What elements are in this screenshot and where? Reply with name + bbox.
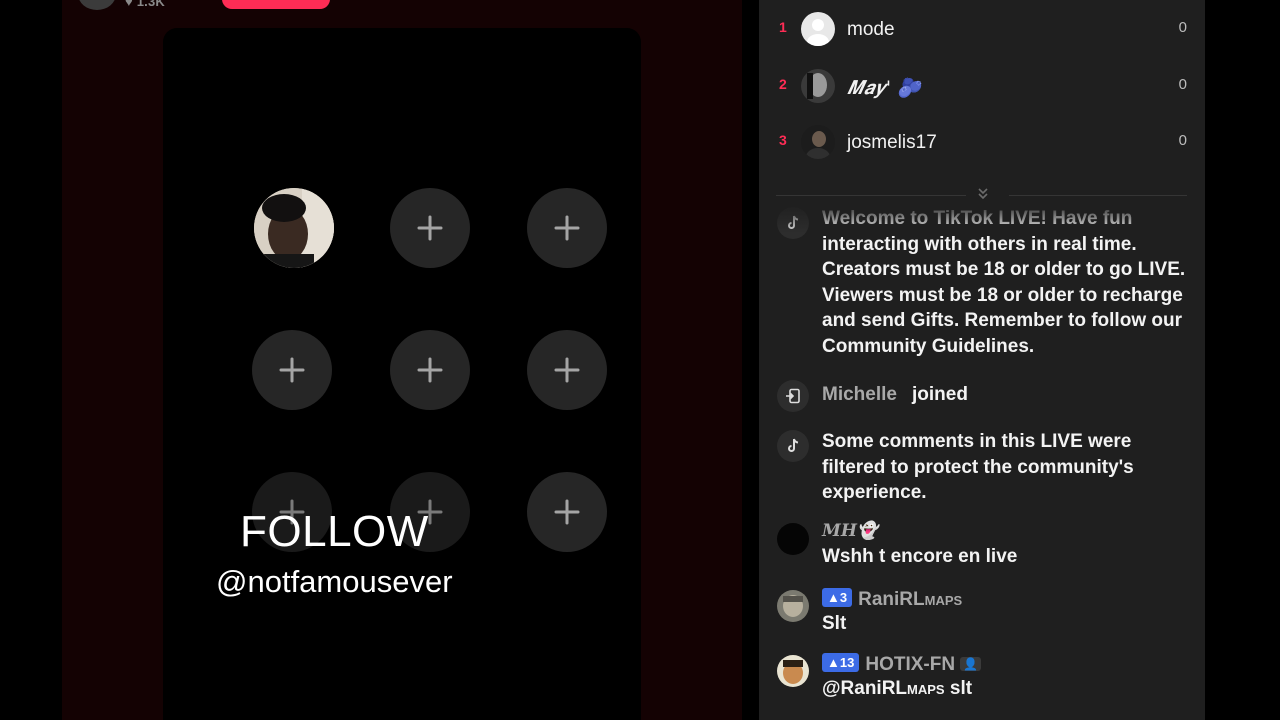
chat-fade (759, 203, 1205, 233)
rank-username: josmelis17 (847, 132, 937, 153)
moderator-icon: 👤 (960, 657, 982, 671)
add-guest-seat[interactable] (390, 330, 470, 410)
divider (776, 195, 966, 196)
chat-username-text: 𝑴𝑯 (822, 521, 857, 541)
join-action: joined (912, 384, 968, 405)
chat-username[interactable]: ▲3 RaniRLMAPS (822, 588, 962, 611)
chat-username[interactable]: 𝑴𝑯👻 (822, 521, 878, 541)
plus-icon (279, 357, 305, 383)
avatar (801, 69, 835, 103)
chat-message: Slt (822, 613, 847, 634)
add-guest-seat[interactable] (252, 330, 332, 410)
plus-icon (417, 357, 443, 383)
level-badge-value: 3 (839, 590, 848, 605)
likes-value: 1.3K (136, 0, 165, 9)
guest-avatar[interactable] (254, 188, 334, 268)
plus-icon (554, 499, 580, 525)
rank-score: 0 (1178, 76, 1187, 93)
plus-icon (554, 357, 580, 383)
mention-tag: MAPS (907, 682, 945, 697)
chat-username-tag: MAPS (924, 593, 963, 608)
divider (1009, 195, 1187, 196)
avatar[interactable] (777, 655, 809, 687)
leaderboard-row[interactable]: 1 mode 0 (759, 9, 1205, 49)
add-guest-seat[interactable] (527, 330, 607, 410)
plus-icon (554, 215, 580, 241)
join-icon (777, 380, 809, 412)
leaderboard-row[interactable]: 3 josmelis17 0 (759, 122, 1205, 162)
avatar[interactable] (777, 523, 809, 555)
chat-username-text: HOTIX-FN (865, 654, 956, 675)
rank-number: 2 (779, 76, 787, 92)
rank-username-text: 𝑴𝒂𝒚' (847, 77, 892, 99)
ghost-icon: 👻 (856, 521, 879, 541)
rank-number: 3 (779, 132, 787, 148)
chevron-double-down-icon[interactable] (975, 186, 991, 202)
likes-count: ♥ 1.3K (125, 0, 165, 9)
level-badge: ▲13 (822, 653, 860, 672)
rank-username: 𝑴𝒂𝒚' 🫐 (847, 76, 921, 99)
rank-username: mode (847, 19, 895, 40)
level-badge: ▲3 (822, 588, 853, 607)
chat-username[interactable]: ▲13 HOTIX-FN 👤 (822, 653, 982, 676)
leaderboard-row[interactable]: 2 𝑴𝒂𝒚' 🫐 0 (759, 66, 1205, 106)
add-guest-seat[interactable] (390, 188, 470, 268)
join-username[interactable]: Michelle (822, 384, 897, 406)
avatar (801, 125, 835, 159)
add-guest-seat[interactable] (527, 472, 607, 552)
avatar[interactable] (777, 590, 809, 622)
tiktok-icon (777, 430, 809, 462)
chat-message: Wshh t encore en live (822, 546, 1018, 567)
chat-message-text: slt (949, 678, 973, 699)
avatar (801, 12, 835, 46)
rank-score: 0 (1178, 19, 1187, 36)
chat-message: @RaniRLMAPS slt (822, 678, 972, 700)
level-badge-value: 13 (839, 655, 855, 670)
plus-icon (417, 215, 443, 241)
blueberry-icon: 🫐 (897, 77, 921, 99)
filter-notice: Some comments in this LIVE were filtered… (822, 431, 1134, 504)
mention[interactable]: @RaniRL (822, 678, 907, 699)
rank-number: 1 (779, 19, 787, 35)
chat-username-text: RaniRL (858, 589, 925, 610)
live-side-panel: 1 mode 0 2 𝑴𝒂𝒚' 🫐 0 3 josmelis17 0 Welco… (759, 0, 1205, 720)
follow-button[interactable] (222, 0, 330, 9)
handle-overlay-text: @notfamousever (216, 564, 453, 599)
rank-score: 0 (1178, 132, 1187, 149)
follow-overlay-text: FOLLOW (240, 507, 429, 556)
add-guest-seat[interactable] (527, 188, 607, 268)
